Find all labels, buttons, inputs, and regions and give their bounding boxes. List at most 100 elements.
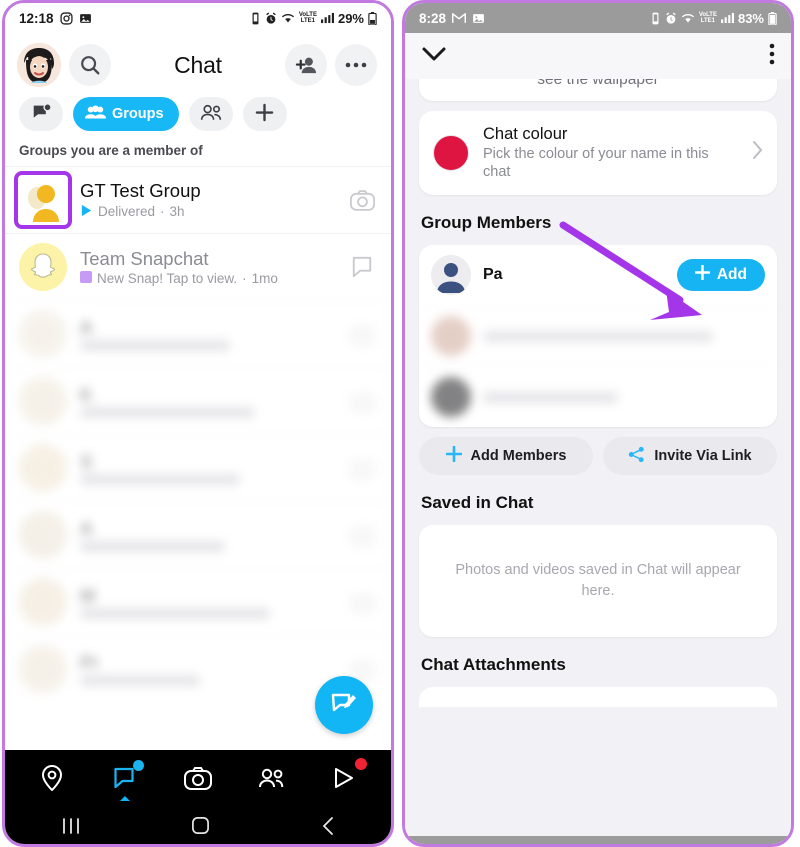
back-icon[interactable] <box>320 816 336 841</box>
plus-icon <box>446 446 462 466</box>
camera-icon[interactable] <box>347 525 377 546</box>
bitmoji-avatar[interactable] <box>17 43 61 87</box>
new-chat-fab[interactable] <box>315 676 373 734</box>
chat-attachments-card[interactable] <box>419 687 777 707</box>
chat-row-name: M <box>80 585 334 606</box>
more-vertical-icon[interactable] <box>769 43 775 70</box>
alarm-icon <box>665 12 677 25</box>
camera-icon[interactable] <box>347 190 377 211</box>
chat-row-blurred[interactable]: S <box>5 434 391 501</box>
member-row[interactable] <box>419 366 777 427</box>
active-caret-icon <box>120 796 130 801</box>
map-nav[interactable] <box>25 758 79 798</box>
chat-row-blurred[interactable]: M <box>5 568 391 635</box>
camera-icon[interactable] <box>347 324 377 345</box>
group-profile-header <box>405 33 791 79</box>
sent-arrow-icon <box>80 204 93 220</box>
contact-avatar[interactable] <box>19 578 67 626</box>
add-member-button[interactable]: Add <box>677 259 765 291</box>
member-name <box>483 331 765 342</box>
chat-row-time: 3h <box>170 204 185 219</box>
chat-row-status <box>80 541 334 552</box>
add-member-label: Add <box>717 266 747 284</box>
chip-groups-label: Groups <box>112 106 164 122</box>
contact-avatar[interactable] <box>19 444 67 492</box>
member-row[interactable]: Pa Add <box>419 245 777 305</box>
camera-nav[interactable] <box>171 758 225 798</box>
chat-row-status <box>80 608 334 619</box>
contact-avatar[interactable] <box>19 645 67 693</box>
member-row[interactable] <box>419 305 777 366</box>
contact-avatar[interactable] <box>19 377 67 425</box>
chat-row-status <box>80 474 334 485</box>
chip-groups[interactable]: Groups <box>73 97 179 131</box>
home-icon[interactable] <box>191 816 210 840</box>
chip-friends[interactable] <box>189 97 233 131</box>
groups-icon <box>85 104 106 124</box>
chat-row-text: Pr <box>80 652 334 686</box>
contact-avatar[interactable] <box>19 310 67 358</box>
chat-row-status-text: New Snap! Tap to view. <box>97 271 237 286</box>
chat-row-blurred[interactable]: A <box>5 300 391 367</box>
recents-icon[interactable] <box>60 817 82 840</box>
chat-colour-subtitle: Pick the colour of your name in this cha… <box>483 145 738 181</box>
member-avatar[interactable] <box>431 377 471 417</box>
more-options-icon[interactable] <box>335 44 377 86</box>
left-status-bar: 12:18 VoLTE <box>5 3 391 33</box>
chat-nav[interactable] <box>98 758 152 798</box>
contact-avatar[interactable] <box>19 511 67 559</box>
chat-row-name: A <box>80 518 334 539</box>
group-avatar[interactable] <box>19 176 67 224</box>
chat-row-status: Delivered · 3h <box>80 204 334 220</box>
page-title: Chat <box>119 52 277 79</box>
right-status-bar: 8:28 VoLTE L <box>405 3 791 33</box>
chat-row-blurred[interactable]: K <box>5 367 391 434</box>
plus-icon <box>255 103 274 126</box>
battery-icon <box>368 12 377 25</box>
chip-chat-filter[interactable] <box>19 97 63 131</box>
member-avatar[interactable] <box>431 316 471 356</box>
chat-colour-card[interactable]: Chat colour Pick the colour of your name… <box>419 111 777 195</box>
spotlight-nav[interactable] <box>317 758 371 798</box>
member-avatar[interactable] <box>431 255 471 295</box>
chat-colour-text: Chat colour Pick the colour of your name… <box>483 125 738 181</box>
search-icon[interactable] <box>69 44 111 86</box>
chevron-right-icon[interactable] <box>752 140 763 166</box>
chat-row-blurred[interactable]: A <box>5 501 391 568</box>
invite-via-link-button[interactable]: Invite Via Link <box>603 437 777 475</box>
chevron-down-icon[interactable] <box>421 46 447 67</box>
saved-in-chat-empty-text: Photos and videos saved in Chat will app… <box>445 560 751 602</box>
new-snap-icon <box>80 271 92 286</box>
right-phone-frame: 8:28 VoLTE L <box>402 0 794 847</box>
chat-row-text: K <box>80 384 334 418</box>
camera-icon[interactable] <box>347 391 377 412</box>
chat-colour-row[interactable]: Chat colour Pick the colour of your name… <box>419 111 777 195</box>
left-android-nav <box>5 806 391 847</box>
chat-colour-swatch[interactable] <box>433 135 469 171</box>
snapchat-chat-screen: Chat Groups <box>5 33 391 750</box>
snapchat-bottom-nav <box>5 750 391 806</box>
friends-nav[interactable] <box>244 758 298 798</box>
wallpaper-card-partial[interactable]: see the wallpaper <box>419 79 777 101</box>
add-friend-icon[interactable] <box>285 44 327 86</box>
chat-filter-icon <box>32 103 51 126</box>
member-name <box>483 392 765 403</box>
vibrate-icon <box>650 12 661 25</box>
chat-row-team-snapchat[interactable]: Team Snapchat New Snap! Tap to view. · 1… <box>5 233 391 300</box>
signal-icon <box>321 12 334 24</box>
camera-icon[interactable] <box>347 592 377 613</box>
spotlight-nav-badge <box>355 758 367 770</box>
chat-row-gt-test-group[interactable]: GT Test Group Delivered · 3h <box>5 166 391 233</box>
camera-icon[interactable] <box>347 458 377 479</box>
wifi-icon <box>681 12 695 24</box>
groups-section-label: Groups you are a member of <box>5 141 391 166</box>
add-members-button[interactable]: Add Members <box>419 437 593 475</box>
chat-row-status <box>80 675 334 686</box>
chat-bubble-icon[interactable] <box>347 256 377 278</box>
chat-row-text: GT Test Group Delivered · 3h <box>80 180 334 219</box>
screenshot-stage: 12:18 VoLTE <box>0 0 800 847</box>
chip-add[interactable] <box>243 97 287 131</box>
chat-row-text: Team Snapchat New Snap! Tap to view. · 1… <box>80 248 334 286</box>
snapchat-avatar[interactable] <box>19 243 67 291</box>
chat-filter-chips: Groups <box>5 91 391 141</box>
